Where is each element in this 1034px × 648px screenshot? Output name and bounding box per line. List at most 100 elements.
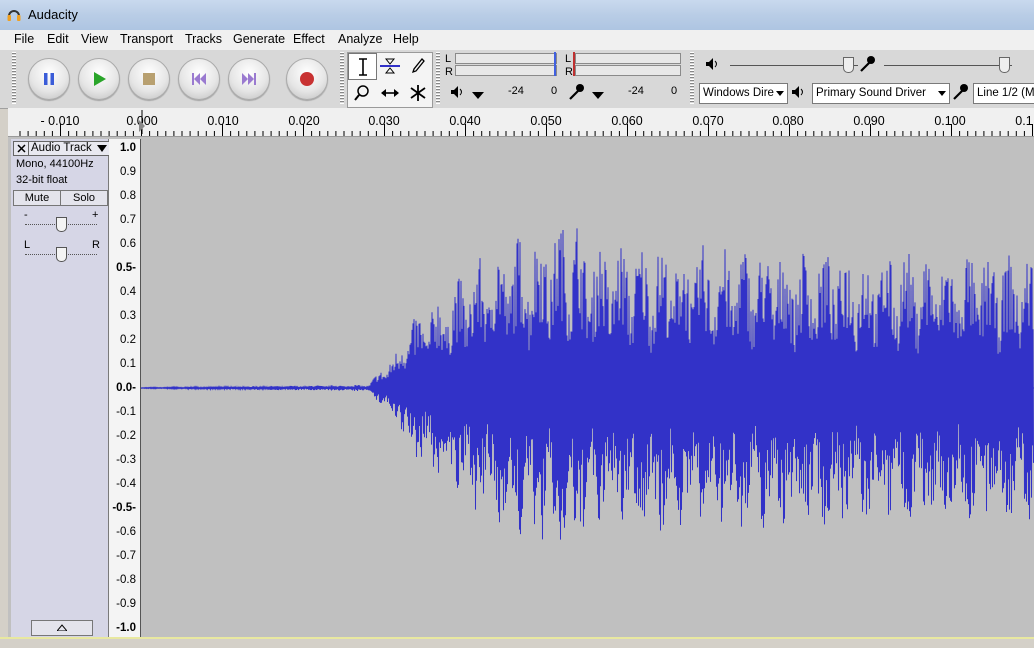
- vruler-label: -0.6: [116, 526, 136, 538]
- stop-button[interactable]: [128, 58, 170, 100]
- pan-slider[interactable]: [56, 247, 67, 262]
- selection-tool-button[interactable]: [348, 53, 377, 80]
- play-meter-left[interactable]: [455, 53, 557, 64]
- toolbar-grip[interactable]: [690, 52, 694, 104]
- menu-bar: File Edit View Transport Tracks Generate…: [0, 30, 1034, 51]
- menu-tracks[interactable]: Tracks: [185, 32, 222, 46]
- record-button[interactable]: [286, 58, 328, 100]
- input-volume-slider[interactable]: [999, 57, 1010, 73]
- speaker-icon[interactable]: [450, 85, 466, 99]
- vruler-label: -0.5-: [112, 502, 136, 514]
- rec-meter-scale-low: -24: [628, 85, 644, 97]
- timeshift-tool-button[interactable]: [376, 80, 403, 105]
- pan-right-label: R: [92, 239, 100, 251]
- mute-button[interactable]: Mute: [13, 190, 61, 206]
- vruler-label: -1.0: [116, 622, 136, 634]
- record-icon: [300, 72, 314, 86]
- vruler-label: 0.0-: [116, 382, 136, 394]
- audio-host-select[interactable]: Windows Dire: [699, 83, 788, 104]
- input-device-icon: [953, 84, 968, 100]
- pause-icon: [44, 73, 54, 85]
- toolbar: L R L R -24 0 -24 0 Windows Dire Primary…: [0, 50, 1034, 109]
- rec-meter-peak: [573, 52, 575, 76]
- rec-meter-left[interactable]: [575, 53, 681, 64]
- solo-button[interactable]: Solo: [60, 190, 108, 206]
- menu-edit[interactable]: Edit: [47, 32, 69, 46]
- play-meter-dropdown-icon[interactable]: [471, 90, 485, 100]
- menu-generate[interactable]: Generate: [233, 32, 285, 46]
- multi-tool-button[interactable]: [404, 80, 431, 105]
- track-name-menu[interactable]: Audio Track: [28, 141, 110, 156]
- pause-button[interactable]: [28, 58, 70, 100]
- vruler-label: -0.4: [116, 478, 136, 490]
- output-device-value: Primary Sound Driver: [816, 87, 926, 99]
- track-close-button[interactable]: [13, 141, 29, 156]
- track-bitdepth: 32-bit float: [16, 174, 68, 186]
- toolbar-grip[interactable]: [340, 52, 344, 104]
- play-meter-channel-left: L: [445, 53, 452, 65]
- collapse-track-button[interactable]: [31, 620, 93, 636]
- skip-to-start-button[interactable]: [178, 58, 220, 100]
- output-device-select[interactable]: Primary Sound Driver: [812, 83, 950, 104]
- vruler-label: -0.8: [116, 574, 136, 586]
- envelope-tool-icon: [379, 58, 400, 73]
- input-device-value: Line 1/2 (M-: [977, 87, 1034, 99]
- vruler-label: 0.3: [120, 310, 136, 322]
- menu-effect[interactable]: Effect: [293, 32, 325, 46]
- input-device-select[interactable]: Line 1/2 (M-: [973, 83, 1034, 104]
- vruler-label: 0.9: [120, 166, 136, 178]
- vruler-label: 0.6: [120, 238, 136, 250]
- vruler-label: 0.1: [120, 358, 136, 370]
- play-meter-peak: [554, 52, 556, 76]
- draw-tool-button[interactable]: [404, 53, 431, 78]
- title-bar: Audacity: [0, 0, 1034, 31]
- status-strip: [0, 637, 1034, 648]
- track-format: Mono, 44100Hz: [16, 158, 94, 170]
- output-volume-slider[interactable]: [843, 57, 854, 73]
- toolbar-grip[interactable]: [436, 52, 440, 104]
- vruler-label: -0.7: [116, 550, 136, 562]
- play-meter-right[interactable]: [455, 65, 557, 76]
- menu-help[interactable]: Help: [393, 32, 419, 46]
- menu-view[interactable]: View: [81, 32, 108, 46]
- chevron-down-icon: [97, 145, 107, 152]
- zoom-tool-button[interactable]: [348, 80, 375, 105]
- vertical-amplitude-ruler[interactable]: 1.0 0.9 0.8 0.7 0.6 0.5- 0.4 0.3 0.2 0.1 0.0- -0.1 -…: [109, 139, 141, 637]
- rec-meter-channel-right: R: [565, 66, 573, 78]
- play-meter-scale-low: -24: [508, 85, 524, 97]
- vruler-label: -0.9: [116, 598, 136, 610]
- waveform-panel[interactable]: [140, 139, 1034, 637]
- stop-icon: [143, 73, 155, 85]
- rec-meter-right[interactable]: [575, 65, 681, 76]
- envelope-tool-button[interactable]: [376, 53, 403, 78]
- multi-tool-icon: [409, 84, 426, 101]
- vruler-label: -0.3: [116, 454, 136, 466]
- menu-analyze[interactable]: Analyze: [338, 32, 382, 46]
- microphone-icon[interactable]: [568, 83, 586, 101]
- rec-meter-dropdown-icon[interactable]: [591, 90, 605, 100]
- chevron-up-icon: [57, 624, 67, 631]
- vruler-label: 1.0: [120, 142, 136, 154]
- output-volume-icon: [706, 58, 717, 70]
- skip-end-icon: [242, 73, 256, 85]
- vruler-label: 0.5-: [116, 262, 136, 274]
- gain-slider[interactable]: [56, 217, 67, 232]
- menu-transport[interactable]: Transport: [120, 32, 173, 46]
- play-button[interactable]: [78, 58, 120, 100]
- playhead-marker-icon[interactable]: [136, 110, 148, 134]
- play-meter-scale-high: 0: [551, 85, 558, 97]
- gain-plus-label: +: [92, 209, 99, 221]
- play-icon: [94, 72, 106, 86]
- menu-file[interactable]: File: [14, 32, 34, 46]
- skip-to-end-button[interactable]: [228, 58, 270, 100]
- timeline-ruler[interactable]: - 0.010 0.000 0.010 0.020 0.030 0.040 0.…: [8, 108, 1034, 137]
- track-name: Audio Track: [31, 142, 92, 154]
- pencil-icon: [411, 57, 425, 73]
- gain-minus-label: -: [24, 209, 28, 221]
- output-device-icon: [792, 86, 803, 98]
- toolbar-grip[interactable]: [12, 52, 16, 104]
- rec-meter-scale-high: 0: [671, 85, 678, 97]
- vruler-label: 0.7: [120, 214, 136, 226]
- tools-toolbar: [347, 52, 433, 108]
- input-volume-icon: [860, 56, 875, 72]
